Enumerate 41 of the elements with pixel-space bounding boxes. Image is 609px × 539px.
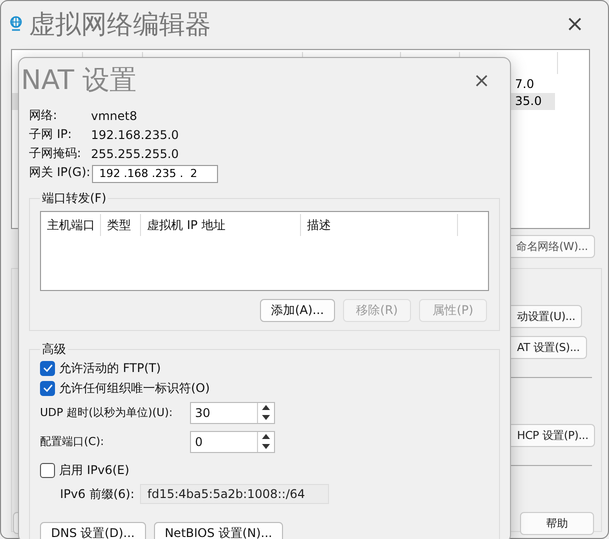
number-spinner[interactable]: 0: [190, 430, 275, 452]
group-label: 高级: [41, 341, 67, 358]
field-value: 192.168.235.0: [91, 128, 179, 142]
field-label: 网络:: [29, 107, 58, 124]
group-label: 端口转发(F): [41, 190, 108, 207]
close-button[interactable]: ×: [566, 12, 584, 36]
spinner-label: UDP 超时(以秒为单位)(U):: [40, 405, 174, 420]
column-header[interactable]: 虚拟机 IP 地址: [141, 214, 301, 236]
field-value: 255.255.255.0: [91, 146, 179, 160]
window-title: 虚拟网络编辑器: [29, 8, 211, 42]
down-arrow-icon[interactable]: [262, 415, 270, 420]
column-header[interactable]: 描述: [301, 214, 458, 236]
dialog-button[interactable]: DNS 设置(D)...: [40, 522, 146, 539]
check-icon: [42, 364, 52, 372]
checkbox[interactable]: [40, 380, 55, 396]
spinner-label: 配置端口(C):: [40, 434, 105, 449]
checkbox-label: 启用 IPv6(E): [59, 462, 130, 478]
field-label: 子网掩码:: [29, 145, 82, 162]
dialog-title: NAT 设置: [21, 64, 137, 98]
dialog-button[interactable]: 添加(A)...: [260, 299, 335, 322]
down-arrow-icon[interactable]: [262, 444, 270, 449]
checkbox[interactable]: [40, 462, 55, 478]
gateway-label: 网关 IP(G):: [29, 164, 90, 181]
prefix-label: IPv6 前缀(6):: [60, 486, 134, 502]
column-header[interactable]: 主机端口: [41, 214, 101, 236]
checkbox-label: 允许任何组织唯一标识符(O): [59, 380, 210, 396]
check-icon: [42, 384, 52, 392]
up-arrow-icon[interactable]: [262, 405, 270, 410]
checkbox-label: 允许活动的 FTP(T): [59, 360, 161, 376]
globe-icon: [9, 16, 23, 32]
field-label: 子网 IP:: [29, 126, 73, 143]
gateway-ip-field[interactable]: 192 .168 .235 . 2: [92, 164, 218, 182]
help-button[interactable]: 帮助: [520, 512, 594, 535]
checkbox[interactable]: [40, 360, 55, 376]
close-button[interactable]: ×: [473, 68, 490, 92]
field-value: vmnet8: [91, 108, 138, 122]
dialog-button[interactable]: NetBIOS 设置(N)...: [154, 522, 284, 539]
number-spinner[interactable]: 30: [190, 402, 275, 424]
up-arrow-icon[interactable]: [262, 434, 270, 439]
column-header[interactable]: 类型: [101, 214, 141, 236]
table-cell: 35.0: [515, 94, 542, 108]
